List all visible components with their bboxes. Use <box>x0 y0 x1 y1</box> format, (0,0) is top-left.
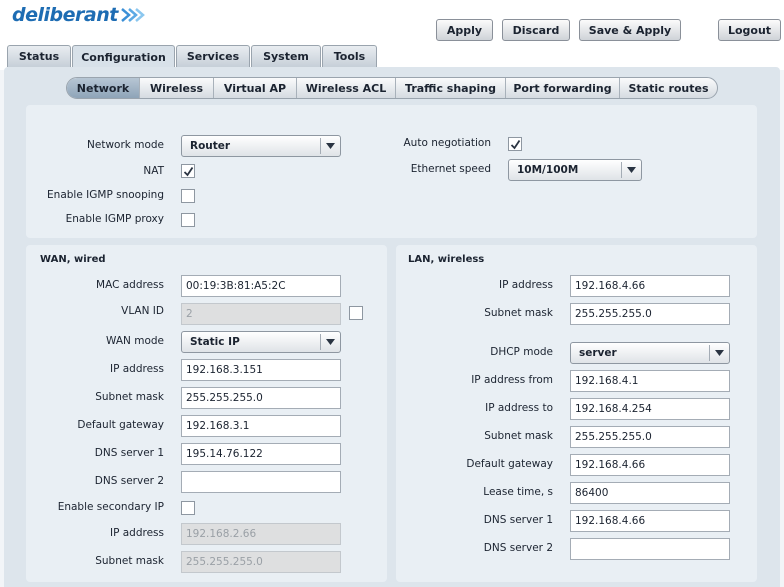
wan-dns-server-2-label: DNS server 2 <box>94 475 164 487</box>
subtab-static-routes[interactable]: Static routes <box>620 78 717 98</box>
vlan-id-label: VLAN ID <box>121 305 164 317</box>
wan-subnet-mask-field[interactable]: 255.255.255.0 <box>181 387 341 409</box>
wan-dns-server-1-field[interactable]: 195.14.76.122 <box>181 443 341 465</box>
lan-dns-server-2-field[interactable] <box>570 538 730 560</box>
tab-services[interactable]: Services <box>176 45 250 67</box>
dhcp-mode-value: server <box>579 347 617 359</box>
ethernet-speed-label: Ethernet speed <box>410 163 491 175</box>
chevron-down-icon <box>621 162 641 178</box>
lan-default-gateway-field[interactable]: 192.168.4.66 <box>570 454 730 476</box>
lan-subnet-mask-label: Subnet mask <box>484 307 553 319</box>
subtab-network[interactable]: Network <box>67 78 140 98</box>
discard-button[interactable]: Discard <box>502 19 570 41</box>
igmp-snooping-checkbox[interactable] <box>181 189 195 203</box>
lease-time-field[interactable]: 86400 <box>570 482 730 504</box>
ip-from-field[interactable]: 192.168.4.1 <box>570 370 730 392</box>
tab-status[interactable]: Status <box>7 45 71 67</box>
tab-configuration[interactable]: Configuration <box>72 45 175 69</box>
chevron-down-icon <box>709 345 729 361</box>
tab-system[interactable]: System <box>251 45 321 67</box>
nat-checkbox[interactable] <box>181 164 195 178</box>
ip-to-field[interactable]: 192.168.4.254 <box>570 398 730 420</box>
secondary-subnet-mask-label: Subnet mask <box>95 555 164 567</box>
secondary-ip-address-label: IP address <box>109 527 164 539</box>
brand-name: deliberant <box>12 4 118 26</box>
checkmark-icon <box>510 139 520 149</box>
network-mode-select[interactable]: Router <box>181 135 341 157</box>
secondary-ip-address-field[interactable]: 192.168.2.66 <box>181 523 341 545</box>
secondary-ip-checkbox[interactable] <box>181 501 195 515</box>
apply-button[interactable]: Apply <box>436 19 493 41</box>
wan-default-gateway-label: Default gateway <box>77 419 164 431</box>
network-mode-value: Router <box>190 140 231 152</box>
wan-mode-label: WAN mode <box>106 335 164 347</box>
save-apply-button[interactable]: Save & Apply <box>579 19 681 41</box>
sub-tab-bar: Network Wireless Virtual AP Wireless ACL… <box>66 77 718 99</box>
chevron-down-icon <box>320 334 340 350</box>
subtab-traffic-shaping[interactable]: Traffic shaping <box>396 78 506 98</box>
brand-logo: deliberant <box>12 4 150 26</box>
lease-time-label: Lease time, s <box>483 486 553 498</box>
auto-negotiation-label: Auto negotiation <box>403 137 491 149</box>
lan-ip-address-label: IP address <box>498 279 553 291</box>
secondary-subnet-mask-field[interactable]: 255.255.255.0 <box>181 551 341 573</box>
wan-dns-server-1-label: DNS server 1 <box>94 447 164 459</box>
subtab-wireless[interactable]: Wireless <box>140 78 214 98</box>
wan-panel-title: WAN, wired <box>40 254 106 265</box>
dhcp-mode-label: DHCP mode <box>490 346 553 358</box>
igmp-proxy-checkbox[interactable] <box>181 213 195 227</box>
network-mode-label: Network mode <box>87 139 164 151</box>
secondary-ip-label: Enable secondary IP <box>57 501 164 513</box>
ethernet-speed-select[interactable]: 10M/100M <box>508 159 642 181</box>
wan-mode-select[interactable]: Static IP <box>181 331 341 353</box>
lan-panel-title: LAN, wireless <box>408 254 485 265</box>
subtab-virtual-ap[interactable]: Virtual AP <box>214 78 297 98</box>
auto-negotiation-checkbox[interactable] <box>508 137 522 151</box>
lan-subnet-mask-field[interactable]: 255.255.255.0 <box>570 303 730 325</box>
dhcp-subnet-mask-label: Subnet mask <box>484 430 553 442</box>
lan-dns-server-1-field[interactable]: 192.168.4.66 <box>570 510 730 532</box>
mac-address-field[interactable]: 00:19:3B:81:A5:2C <box>181 275 341 297</box>
tab-tools[interactable]: Tools <box>322 45 377 67</box>
igmp-proxy-label: Enable IGMP proxy <box>65 213 164 225</box>
igmp-snooping-label: Enable IGMP snooping <box>47 189 164 201</box>
dhcp-subnet-mask-field[interactable]: 255.255.255.0 <box>570 426 730 448</box>
ethernet-speed-value: 10M/100M <box>517 164 579 176</box>
checkmark-icon <box>183 166 193 176</box>
wan-default-gateway-field[interactable]: 192.168.3.1 <box>181 415 341 437</box>
wan-mode-value: Static IP <box>190 336 240 348</box>
wan-ip-address-label: IP address <box>109 363 164 375</box>
chevron-down-icon <box>320 138 340 154</box>
vlan-id-checkbox[interactable] <box>349 306 363 320</box>
ip-from-label: IP address from <box>471 374 553 386</box>
logo-chevrons-icon <box>120 8 145 22</box>
lan-dns-server-2-label: DNS server 2 <box>483 542 553 554</box>
logout-button[interactable]: Logout <box>718 19 781 41</box>
wan-ip-address-field[interactable]: 192.168.3.151 <box>181 359 341 381</box>
wan-subnet-mask-label: Subnet mask <box>95 391 164 403</box>
subtab-wireless-acl[interactable]: Wireless ACL <box>297 78 396 98</box>
nat-label: NAT <box>143 165 164 177</box>
subtab-port-forwarding[interactable]: Port forwarding <box>506 78 620 98</box>
dhcp-mode-select[interactable]: server <box>570 342 730 364</box>
vlan-id-field[interactable]: 2 <box>181 303 341 325</box>
ip-to-label: IP address to <box>485 402 553 414</box>
lan-default-gateway-label: Default gateway <box>466 458 553 470</box>
mac-address-label: MAC address <box>96 279 164 291</box>
header: deliberant Apply Discard Save & Apply Lo… <box>0 0 784 70</box>
wan-dns-server-2-field[interactable] <box>181 471 341 493</box>
lan-dns-server-1-label: DNS server 1 <box>483 514 553 526</box>
lan-ip-address-field[interactable]: 192.168.4.66 <box>570 275 730 297</box>
